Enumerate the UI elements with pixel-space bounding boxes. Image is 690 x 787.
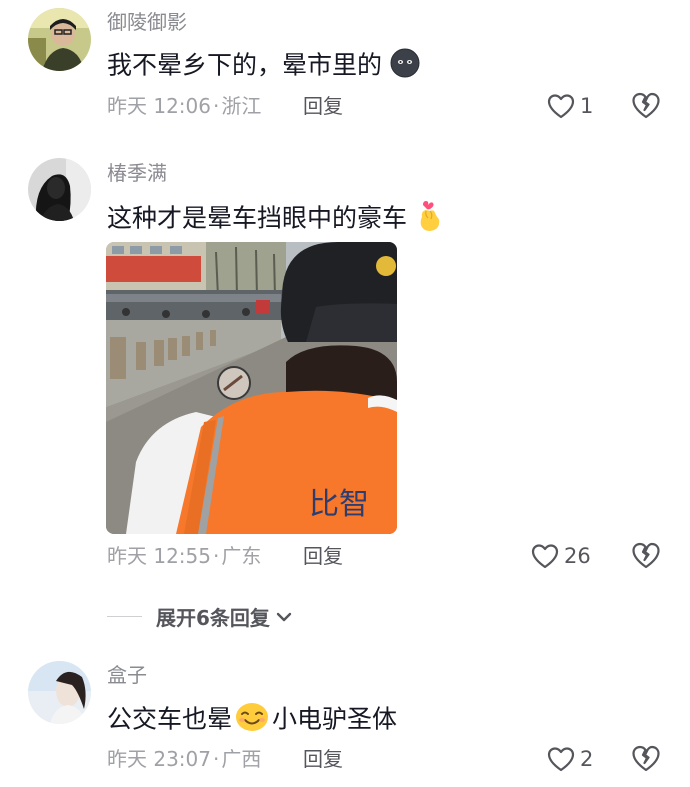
expand-replies-button[interactable]: 展开6条回复 [107,602,294,631]
timestamp: 昨天 12:55 [107,544,211,568]
chevron-down-icon [276,612,292,621]
comment-meta: 昨天 12:06 · 浙江 [107,94,262,118]
comment-text-body: 小电驴圣体 [272,704,398,734]
location: 广东 [221,544,262,568]
comment-image[interactable]: 比智 [106,242,397,534]
dislike-button[interactable] [631,541,661,571]
reply-button[interactable]: 回复 [303,747,343,771]
location: 广西 [221,747,262,771]
location: 浙江 [221,94,262,118]
smile-emoji [235,702,269,739]
username[interactable]: 盒子 [107,663,147,687]
comment-text-body: 我不晕乡下的，晕市里的 [107,50,383,80]
reply-button[interactable]: 回复 [303,544,343,568]
broken-heart-icon [632,92,660,119]
comment-meta: 昨天 12:55 · 广东 [107,544,262,568]
dislike-button[interactable] [631,91,661,121]
broken-heart-icon [632,542,660,569]
heart-icon [547,94,575,119]
heart-icon [547,747,575,772]
comment-meta: 昨天 23:07 · 广西 [107,747,262,771]
comment-text-body: 这种才是晕车挡眼中的豪车 [107,203,408,233]
avatar[interactable] [28,661,91,724]
like-count: 26 [564,544,591,568]
username[interactable]: 椿季满 [107,161,167,185]
comment-text: 我不晕乡下的，晕市里的 [107,48,420,85]
reply-button[interactable]: 回复 [303,94,343,118]
avatar[interactable] [28,8,91,71]
like-count: 2 [580,747,594,771]
like-count: 1 [580,94,594,118]
comment-text-body: 公交车也晕 [107,704,233,734]
timestamp: 昨天 23:07 [107,747,211,771]
dislike-button[interactable] [631,744,661,774]
timestamp: 昨天 12:06 [107,94,211,118]
broken-heart-icon [632,745,660,772]
like-button[interactable]: 26 [531,541,591,571]
comment-text: 公交车也晕 小电驴圣体 [107,702,397,739]
divider [107,616,142,617]
avatar[interactable] [28,158,91,221]
expand-replies-label: 展开6条回复 [156,606,270,630]
like-button[interactable]: 2 [547,744,593,774]
dark-face-emoji [390,48,420,85]
image-overlay-text: 比智 [309,487,369,522]
comment-text: 这种才是晕车挡眼中的豪车 [107,199,445,240]
heart-icon [531,544,559,569]
like-button[interactable]: 1 [547,91,593,121]
username[interactable]: 御陵御影 [107,10,187,34]
finger-heart-emoji [415,199,445,240]
